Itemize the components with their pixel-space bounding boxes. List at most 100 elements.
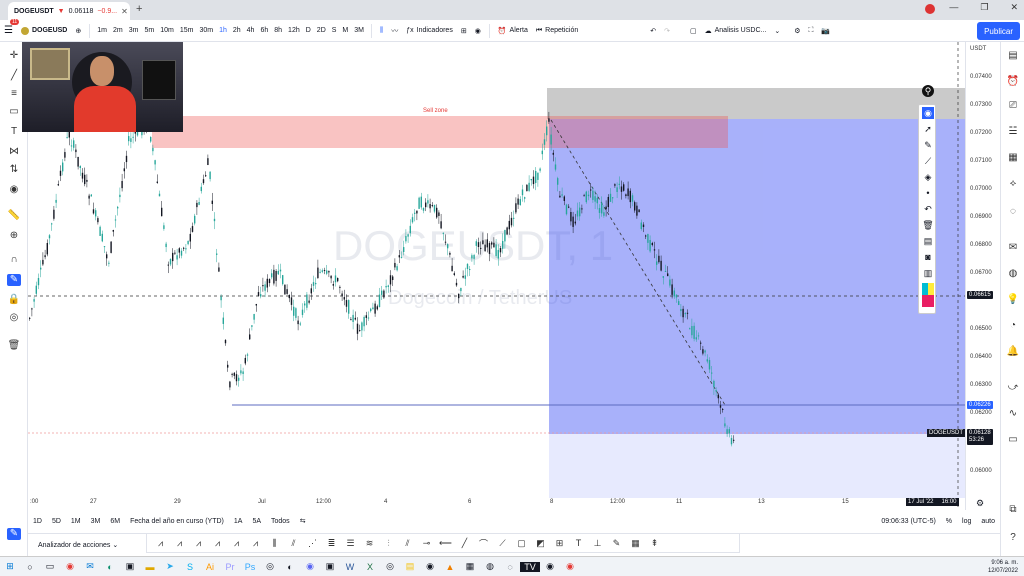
horizontal-ray-icon[interactable]: ⊸ <box>417 538 436 549</box>
fib-extension-icon[interactable]: ☰ <box>341 538 360 549</box>
pencil-icon[interactable]: ✎ <box>922 139 934 151</box>
new-tab-button[interactable]: + <box>136 3 142 15</box>
zoom-in-icon[interactable]: ⊕ <box>7 230 21 242</box>
app-icon-6[interactable]: ▦ <box>460 561 480 572</box>
fib-retracement-icon[interactable]: ≣ <box>322 538 341 549</box>
order-book-icon[interactable]: ▭ <box>1006 434 1020 448</box>
add-symbol-icon[interactable]: ⊕ <box>71 27 85 35</box>
store-icon[interactable]: ▣ <box>120 561 140 572</box>
ruler-icon[interactable]: 📏 <box>7 210 21 222</box>
snapshot-icon[interactable]: 📷 <box>817 27 834 35</box>
range-3[interactable]: 3M <box>86 518 106 525</box>
range-5[interactable]: Fecha del año en curso (YTD) <box>125 518 229 525</box>
clipboard-icon[interactable]: ▥ <box>922 267 934 279</box>
interval-8h[interactable]: 8h <box>271 27 285 34</box>
cycle-icon[interactable]: ⫽ <box>398 538 417 549</box>
hotlist-icon[interactable]: ☱ <box>1006 126 1020 140</box>
interval-6h[interactable]: 6h <box>257 27 271 34</box>
audio-icon[interactable]: ◉ <box>471 27 485 35</box>
browser-tab[interactable]: DOGEUSDT ▼ 0.06118 −0.9... ✕ <box>8 2 130 20</box>
system-clock[interactable]: 9:06 a. m. 12/07/2022 <box>988 559 1024 575</box>
trash-icon[interactable]: 🗑 <box>922 219 934 231</box>
log-toggle[interactable]: log <box>957 518 976 525</box>
pulse-icon[interactable]: ∿ <box>1006 408 1020 422</box>
gear-icon[interactable]: ⚙ <box>790 27 804 35</box>
app-icon-5[interactable]: ◉ <box>420 561 440 572</box>
wave-tool-icon[interactable]: ⩘ <box>189 538 208 549</box>
line-icon[interactable]: ⟋ <box>922 155 934 167</box>
interval-2h[interactable]: 2h <box>230 27 244 34</box>
pattern-icon[interactable]: ⋈ <box>7 146 21 158</box>
prediction-icon[interactable]: ⇅ <box>7 164 21 176</box>
wave-tool-3-icon[interactable]: ⩘ <box>227 538 246 549</box>
interval-S[interactable]: S <box>329 27 340 34</box>
text-tool-icon[interactable]: T <box>569 538 588 548</box>
pattern-tool-2-icon[interactable]: ⩘ <box>170 538 189 549</box>
anchor-icon[interactable]: ⊥ <box>588 538 607 549</box>
trash-icon[interactable]: 🗑 <box>7 340 21 352</box>
hide-icon[interactable]: ◎ <box>7 312 21 324</box>
alerts-icon[interactable]: ⏰ <box>1006 76 1020 90</box>
vlc-icon[interactable]: ▲ <box>440 562 460 572</box>
candle-type-icon[interactable]: ⫼ <box>376 27 387 35</box>
more-tools-icon[interactable]: ⇞ <box>645 538 664 549</box>
chart-trend-icon[interactable]: ⤻ <box>1006 382 1020 396</box>
premiere-icon[interactable]: Pr <box>220 562 240 572</box>
time-axis[interactable]: :00 27 29 Jul 12:00 4 6 8 12:00 11 13 15 17 Jul '22… <box>28 497 965 510</box>
table-icon[interactable]: ⊞ <box>550 538 569 549</box>
tradingview-icon[interactable]: TV <box>520 561 540 572</box>
layout-checkbox-icon[interactable]: ▢ <box>686 27 701 35</box>
streams-icon[interactable]: ◍ <box>1006 268 1020 282</box>
range-0[interactable]: 1D <box>28 518 47 525</box>
bell-icon[interactable]: 🔔 <box>1006 346 1020 360</box>
interval-12h[interactable]: 12h <box>285 27 303 34</box>
grid-tool-icon[interactable]: ⫼ <box>265 538 284 549</box>
pin-icon[interactable]: ⚲ <box>922 85 934 97</box>
discord-icon[interactable]: ◉ <box>300 561 320 572</box>
wave-tool-2-icon[interactable]: ⩘ <box>208 538 227 549</box>
range-4[interactable]: 6M <box>105 518 125 525</box>
help-icon[interactable]: ? <box>1006 532 1020 546</box>
watchlist-icon[interactable]: ▤ <box>1006 50 1020 64</box>
data-window-icon[interactable]: ▦ <box>626 538 645 549</box>
app-icon[interactable]: ◎ <box>260 561 280 572</box>
minimize-icon[interactable]: — <box>949 2 958 13</box>
interval-M[interactable]: M <box>339 27 351 34</box>
fib-time-icon[interactable]: ⫶ <box>379 538 398 549</box>
interval-D[interactable]: D <box>303 27 314 34</box>
data-window-icon[interactable]: ⎚ <box>1006 100 1020 114</box>
replay-button[interactable]: ⏮ Repetición <box>532 27 582 35</box>
interval-15m[interactable]: 15m <box>177 27 197 34</box>
indicators-button[interactable]: ƒx Indicadores <box>402 27 457 34</box>
chrome-icon-2[interactable]: ◉ <box>560 561 580 572</box>
price-axis[interactable]: USDT 0.07400 0.07300 0.07200 0.07100 0.07000… <box>965 42 1000 510</box>
interval-3m[interactable]: 3m <box>126 27 142 34</box>
windows-start-icon[interactable]: ⊞ <box>0 561 20 572</box>
interval-10m[interactable]: 10m <box>157 27 177 34</box>
chart-style-icon[interactable]: 〰 <box>387 26 402 36</box>
app-icon-9[interactable]: ◉ <box>540 561 560 572</box>
currency-label[interactable]: USDT <box>970 46 986 52</box>
layout-name[interactable]: ☁ Analisis USDC... <box>701 27 771 35</box>
stay-in-draw-icon[interactable]: ✎ <box>7 274 21 286</box>
interval-2m[interactable]: 2m <box>110 27 126 34</box>
pencil-tool-icon[interactable]: ✎ <box>607 538 626 549</box>
interval-1h[interactable]: 1h <box>216 27 230 34</box>
percent-toggle[interactable]: % <box>941 518 957 525</box>
edge-icon[interactable]: ◐ <box>100 562 120 572</box>
illustrator-icon[interactable]: Ai <box>200 562 220 572</box>
brush-icon[interactable]: ⟋ <box>493 538 512 549</box>
close-window-icon[interactable]: ✕ <box>1010 2 1018 13</box>
search-icon[interactable]: ○ <box>20 562 40 572</box>
crosshair-icon[interactable]: ✛ <box>7 50 21 62</box>
explorer-icon[interactable]: ▬ <box>140 562 160 572</box>
pitchfork-icon[interactable]: ⫽ <box>284 538 303 549</box>
skype-icon[interactable]: S <box>180 562 200 572</box>
object-tree-icon[interactable]: ✎ <box>7 528 21 540</box>
mail-icon[interactable]: ✉ <box>80 561 100 572</box>
range-7[interactable]: 5A <box>247 518 266 525</box>
range-6[interactable]: 1A <box>229 518 248 525</box>
word-icon[interactable]: W <box>340 562 360 572</box>
signal-icon[interactable]: ◔ <box>1006 320 1020 334</box>
clock-display[interactable]: 09:06:33 (UTC-5) <box>876 518 940 525</box>
